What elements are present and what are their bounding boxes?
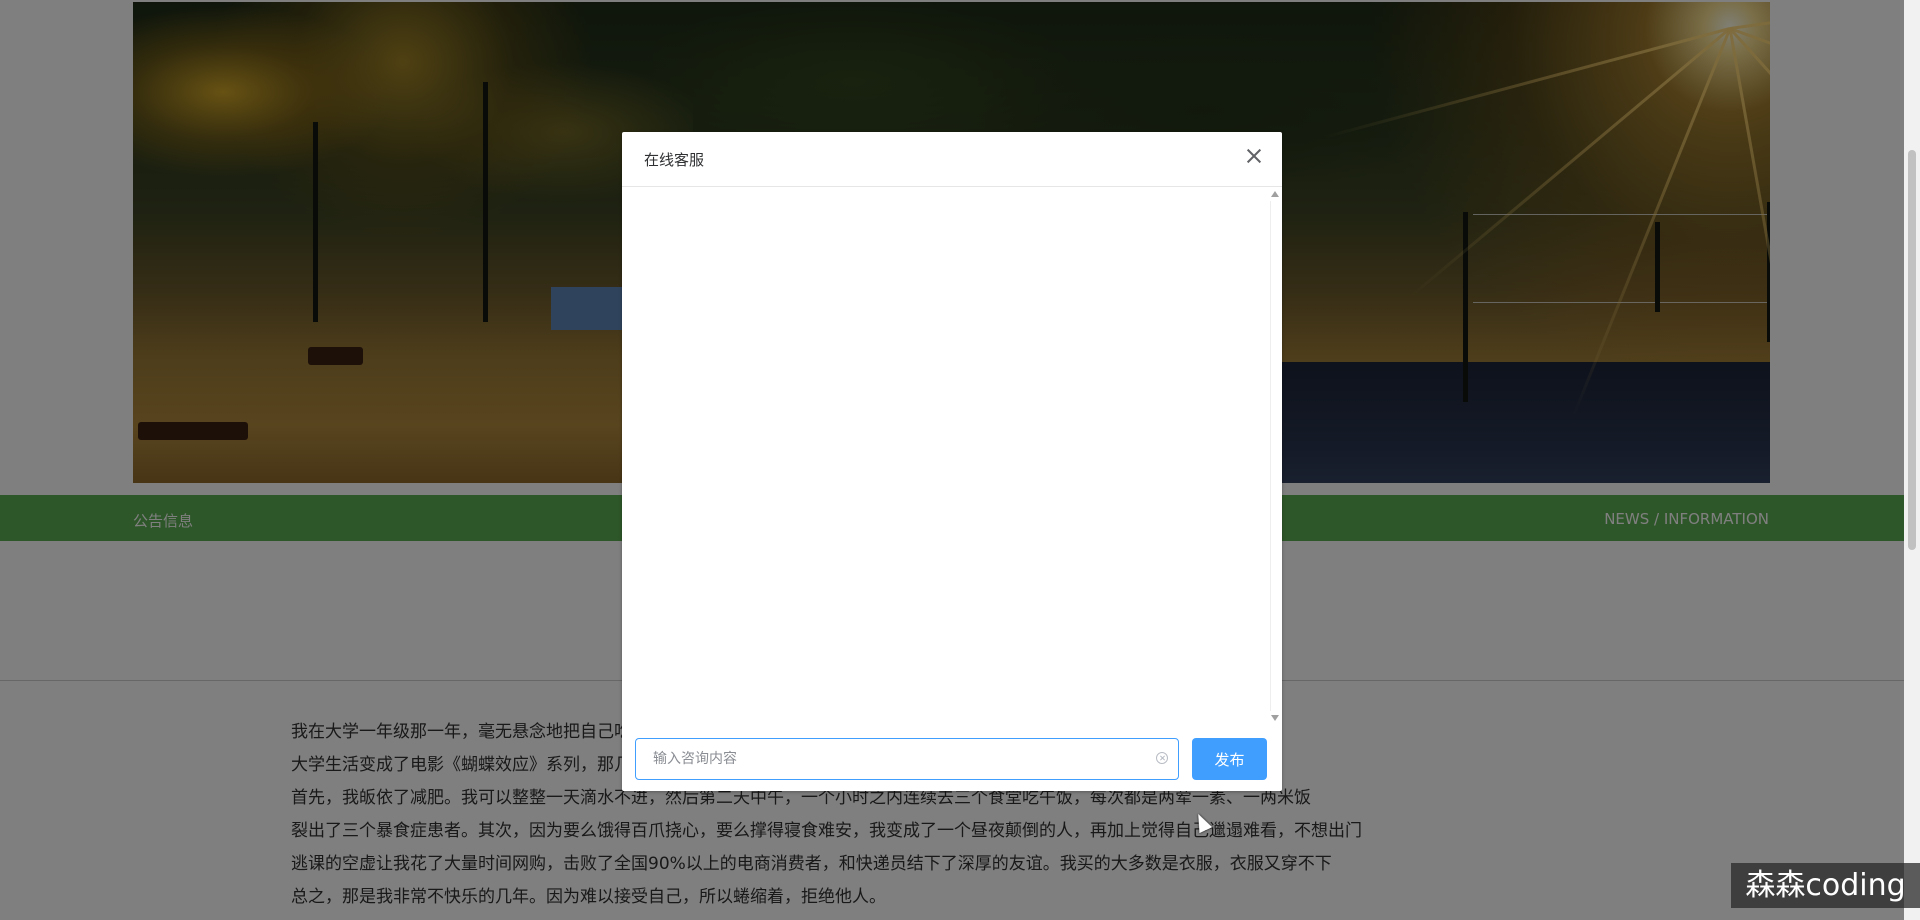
dialog-title: 在线客服 bbox=[644, 151, 705, 169]
consult-input[interactable] bbox=[636, 739, 1153, 779]
scroll-up-arrow-icon[interactable] bbox=[1271, 191, 1279, 197]
page-scrollbar-thumb[interactable] bbox=[1908, 150, 1916, 550]
dialog-header: 在线客服 bbox=[622, 132, 1282, 187]
chat-scrollbar-track[interactable] bbox=[1270, 201, 1281, 711]
chat-message-area[interactable] bbox=[622, 187, 1282, 725]
page-scrollbar[interactable] bbox=[1904, 0, 1920, 920]
chat-scrollbar[interactable] bbox=[1270, 187, 1280, 725]
publish-button[interactable]: 发布 bbox=[1192, 738, 1267, 780]
close-icon[interactable] bbox=[1244, 146, 1264, 166]
scroll-down-arrow-icon[interactable] bbox=[1271, 715, 1279, 721]
consult-input-wrapper bbox=[635, 738, 1179, 780]
circle-close-icon[interactable] bbox=[1156, 752, 1168, 764]
watermark: 森森coding bbox=[1731, 863, 1920, 908]
online-service-dialog: 在线客服 发布 bbox=[622, 132, 1282, 791]
